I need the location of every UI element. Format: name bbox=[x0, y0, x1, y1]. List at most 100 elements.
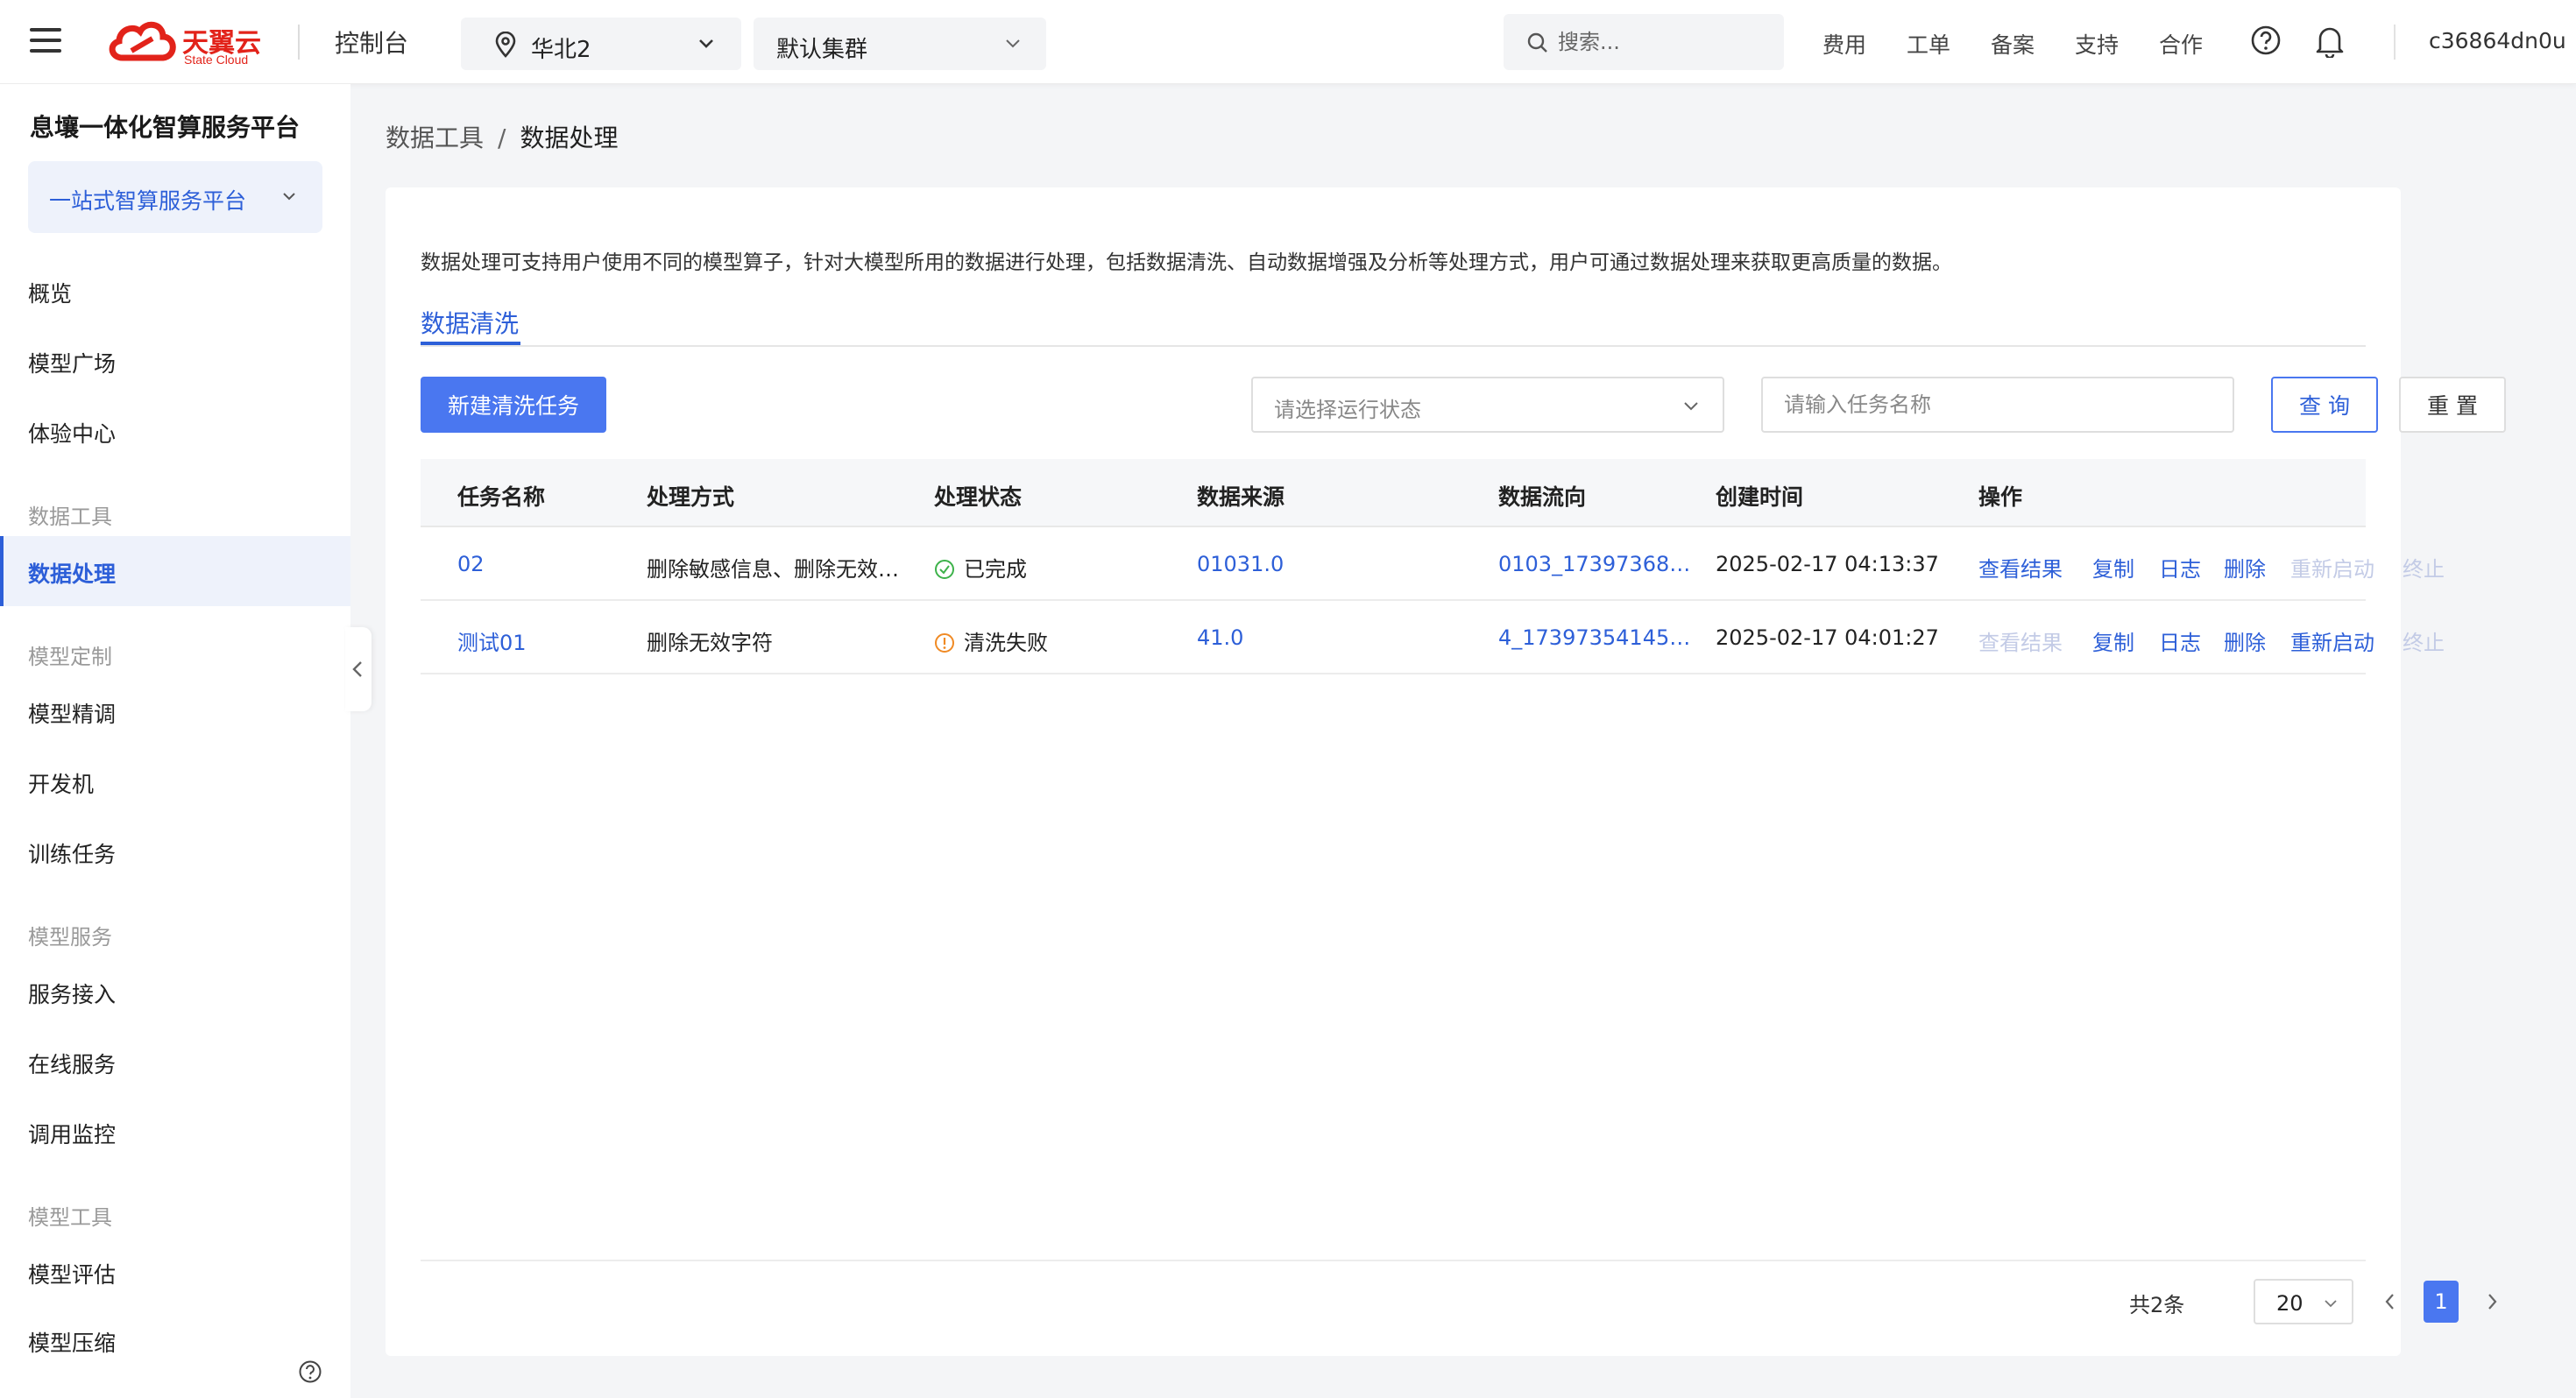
chevron-down-icon bbox=[283, 193, 295, 201]
page-number-current[interactable]: 1 bbox=[2424, 1281, 2459, 1323]
task-name-link[interactable]: 02 bbox=[457, 552, 485, 576]
data-target-link[interactable]: 0103_17397368… bbox=[1498, 552, 1690, 576]
table-header: 任务名称 处理方式 处理状态 数据来源 数据流向 创建时间 操作 bbox=[421, 459, 2366, 527]
platform-select[interactable]: 一站式智算服务平台 bbox=[28, 161, 322, 233]
sidebar-item-model-eval[interactable]: 模型评估 bbox=[28, 1258, 116, 1289]
task-method: 删除无效字符 bbox=[647, 631, 773, 655]
new-cleaning-task-button[interactable]: 新建清洗任务 bbox=[421, 377, 606, 433]
chevron-down-icon bbox=[699, 39, 713, 48]
created-time: 2025-02-17 04:13:37 bbox=[1716, 552, 1939, 576]
top-header: 天翼云 State Cloud 控制台 华北2 默认集群 费用 工单 备案 支持… bbox=[0, 0, 2576, 84]
nav-link-support[interactable]: 支持 bbox=[2075, 28, 2119, 60]
view-result-action[interactable]: 查看结果 bbox=[1978, 552, 2063, 582]
view-result-action: 查看结果 bbox=[1978, 631, 2063, 655]
sidebar: 息壤一体化智算服务平台 一站式智算服务平台 概览 模型广场 体验中心 数据工具 … bbox=[0, 84, 350, 1398]
status-badge: 清洗失败 bbox=[934, 625, 1048, 656]
data-target-link[interactable]: 4_1739735414541 bbox=[1498, 625, 1691, 650]
sidebar-item-experience[interactable]: 体验中心 bbox=[28, 417, 116, 448]
logo-subtext: State Cloud bbox=[184, 53, 249, 67]
platform-select-value: 一站式智算服务平台 bbox=[49, 188, 247, 214]
table-row: 测试01 删除无效字符 清洗失败 41.0 4_1739735414541 20… bbox=[421, 603, 2445, 674]
user-account[interactable]: c36864dn0u bbox=[2429, 28, 2566, 53]
data-source-link[interactable]: 01031.0 bbox=[1197, 552, 1284, 576]
page-size-select[interactable]: 20 bbox=[2254, 1279, 2353, 1324]
sidebar-item-model-square[interactable]: 模型广场 bbox=[28, 347, 116, 378]
restart-action: 重新启动 bbox=[2290, 557, 2374, 582]
column-header-status: 处理状态 bbox=[934, 484, 1023, 510]
table-footer-divider bbox=[421, 1260, 2366, 1261]
divider bbox=[2394, 25, 2396, 60]
nav-link-filing[interactable]: 备案 bbox=[1991, 28, 2035, 60]
task-name-input[interactable] bbox=[1761, 377, 2234, 433]
region-value: 华北2 bbox=[531, 37, 591, 63]
chevron-left-icon bbox=[352, 661, 362, 677]
tab-data-cleaning[interactable]: 数据清洗 bbox=[421, 305, 519, 340]
column-header-method: 处理方式 bbox=[647, 484, 735, 510]
log-action[interactable]: 日志 bbox=[2159, 552, 2201, 582]
sidebar-item-data-processing[interactable]: 数据处理 bbox=[28, 557, 116, 589]
divider bbox=[298, 25, 300, 60]
tab-active-indicator bbox=[421, 342, 520, 345]
chevron-right-icon[interactable] bbox=[2481, 1288, 2502, 1316]
search-input[interactable] bbox=[1558, 25, 1768, 60]
platform-title: 息壤一体化智算服务平台 bbox=[30, 113, 301, 142]
sidebar-item-fine-tune[interactable]: 模型精调 bbox=[28, 697, 116, 729]
created-time: 2025-02-17 04:01:27 bbox=[1716, 625, 1939, 650]
global-search[interactable] bbox=[1504, 14, 1784, 70]
status-filter-placeholder: 请选择运行状态 bbox=[1274, 398, 1421, 422]
column-header-created: 创建时间 bbox=[1716, 484, 1804, 510]
copy-action[interactable]: 复制 bbox=[2092, 625, 2134, 656]
main-card: 数据处理可支持用户使用不同的模型算子，针对大模型所用的数据进行处理，包括数据清洗… bbox=[386, 187, 2506, 1356]
sidebar-item-model-compress[interactable]: 模型压缩 bbox=[28, 1326, 116, 1358]
sidebar-item-dev-machine[interactable]: 开发机 bbox=[28, 767, 94, 799]
help-circle-icon[interactable] bbox=[298, 1359, 322, 1384]
location-pin-icon bbox=[495, 32, 516, 58]
sidebar-item-online-service[interactable]: 在线服务 bbox=[28, 1048, 116, 1079]
sidebar-item-overview[interactable]: 概览 bbox=[28, 277, 72, 308]
status-text: 清洗失败 bbox=[964, 631, 1048, 655]
cluster-value: 默认集群 bbox=[776, 37, 868, 63]
stop-action: 终止 bbox=[2403, 557, 2445, 582]
sidebar-collapse-toggle[interactable] bbox=[345, 627, 372, 711]
region-select[interactable]: 华北2 bbox=[461, 18, 741, 70]
restart-action[interactable]: 重新启动 bbox=[2290, 625, 2374, 656]
nav-link-tickets[interactable]: 工单 bbox=[1907, 28, 1950, 60]
breadcrumb-parent[interactable]: 数据工具 bbox=[386, 124, 484, 152]
stop-action: 终止 bbox=[2403, 631, 2445, 655]
data-source-link[interactable]: 41.0 bbox=[1197, 625, 1243, 650]
column-header-actions: 操作 bbox=[1978, 484, 2023, 510]
check-circle-icon bbox=[935, 560, 954, 579]
status-text: 已完成 bbox=[964, 557, 1027, 582]
brand-logo[interactable]: 天翼云 State Cloud bbox=[105, 16, 268, 68]
nav-link-partner[interactable]: 合作 bbox=[2159, 28, 2203, 60]
column-header-source: 数据来源 bbox=[1197, 484, 1285, 510]
log-action[interactable]: 日志 bbox=[2159, 625, 2201, 656]
sidebar-group-model-custom: 模型定制 bbox=[28, 645, 112, 669]
console-title[interactable]: 控制台 bbox=[335, 25, 408, 60]
breadcrumb-current: 数据处理 bbox=[520, 124, 619, 152]
sidebar-active-indicator bbox=[0, 536, 4, 606]
delete-action[interactable]: 删除 bbox=[2224, 552, 2266, 582]
sidebar-item-training[interactable]: 训练任务 bbox=[28, 837, 116, 869]
sidebar-item-call-monitor[interactable]: 调用监控 bbox=[28, 1118, 116, 1149]
query-button[interactable]: 查 询 bbox=[2271, 377, 2378, 433]
status-filter-select[interactable]: 请选择运行状态 bbox=[1251, 377, 1724, 433]
task-name-link[interactable]: 测试01 bbox=[457, 625, 527, 656]
cluster-select[interactable]: 默认集群 bbox=[754, 18, 1046, 70]
sidebar-item-service-access[interactable]: 服务接入 bbox=[28, 978, 116, 1009]
chevron-left-icon[interactable] bbox=[2380, 1288, 2401, 1316]
status-badge: 已完成 bbox=[934, 552, 1027, 582]
table-row: 02 删除敏感信息、删除无效… 已完成 01031.0 0103_1739736… bbox=[421, 529, 2445, 601]
search-icon bbox=[1527, 32, 1547, 53]
nav-link-fees[interactable]: 费用 bbox=[1822, 28, 1866, 60]
sidebar-group-data-tools: 数据工具 bbox=[28, 505, 112, 529]
breadcrumb-separator: / bbox=[498, 124, 506, 152]
total-count: 共2条 bbox=[2129, 1293, 2185, 1317]
help-circle-icon[interactable] bbox=[2250, 25, 2282, 56]
menu-icon[interactable] bbox=[30, 28, 61, 54]
delete-action[interactable]: 删除 bbox=[2224, 625, 2266, 656]
sidebar-group-model-tools: 模型工具 bbox=[28, 1205, 112, 1230]
copy-action[interactable]: 复制 bbox=[2092, 552, 2134, 582]
reset-button[interactable]: 重 置 bbox=[2399, 377, 2506, 433]
bell-icon[interactable] bbox=[2313, 23, 2346, 58]
